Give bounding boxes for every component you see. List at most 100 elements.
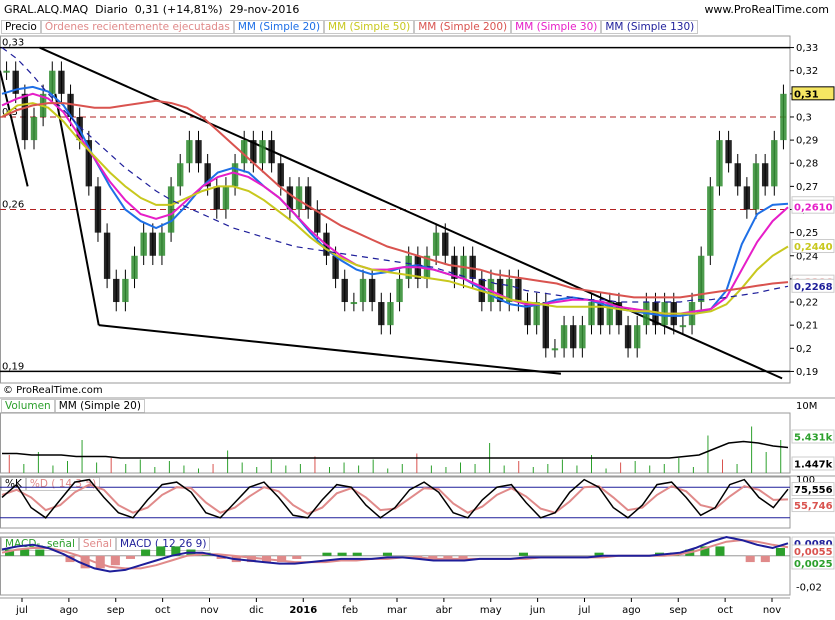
left-level-label: 0,19	[2, 361, 24, 372]
price-candle	[780, 93, 787, 141]
price-candle	[588, 302, 595, 326]
price-candle	[515, 278, 522, 303]
price-candle	[442, 232, 449, 256]
price-candle	[387, 302, 394, 326]
x-axis-label: jul	[15, 605, 28, 616]
price-candle	[734, 163, 741, 187]
price-candle	[21, 93, 29, 141]
x-axis-label: oct	[717, 605, 733, 616]
copyright-label: © ProRealTime.com	[3, 385, 103, 396]
price-candle	[177, 163, 184, 187]
price-candle	[350, 302, 358, 305]
x-axis-label: ago	[60, 605, 79, 616]
price-candle	[597, 302, 604, 326]
price-axis-label: 0,29	[796, 136, 818, 147]
price-candle	[231, 163, 239, 187]
price-badge-label: 0,2268	[794, 282, 833, 293]
x-axis-label: abr	[436, 605, 453, 616]
panel-frame-macd	[0, 536, 791, 596]
x-axis-label: ago	[622, 605, 641, 616]
price-candle	[213, 186, 220, 210]
x-axis-label: oct	[155, 605, 171, 616]
price-candle	[752, 163, 760, 210]
ma-line	[1, 85, 789, 317]
macd-badge-label: 0,0025	[794, 559, 833, 570]
price-badge-label: 0,2610	[794, 203, 833, 214]
price-candle	[49, 70, 56, 94]
price-candle	[579, 325, 586, 349]
price-axis-label: 0,25	[796, 228, 818, 239]
price-candle	[341, 278, 348, 303]
price-axis-label: 0,22	[796, 298, 818, 309]
price-candle	[140, 232, 147, 256]
price-candle	[542, 302, 550, 349]
price-candle	[268, 140, 275, 164]
price-candle	[432, 232, 440, 256]
price-candle	[167, 186, 175, 233]
price-candle	[743, 186, 751, 210]
volume-badge-label: 5.431k	[794, 433, 833, 444]
price-axis-label: 0,21	[796, 321, 818, 332]
panel-frame-stoch	[0, 476, 791, 529]
price-axis-label: 0,3	[796, 112, 812, 123]
x-axis-label: dic	[249, 605, 264, 616]
price-candle	[3, 70, 10, 73]
ma-line	[1, 102, 789, 315]
x-axis-label: nov	[763, 605, 781, 616]
x-axis-label: sep	[107, 605, 125, 616]
price-axis-label: 0,32	[796, 66, 818, 77]
x-axis-label: feb	[342, 605, 358, 616]
left-level-label: 0,26	[2, 200, 24, 211]
price-candle	[30, 116, 38, 141]
price-candle	[633, 325, 641, 349]
price-candle	[761, 163, 769, 187]
price-candle	[158, 232, 166, 256]
price-candle	[725, 140, 732, 164]
price-axis-label: 0,19	[796, 367, 818, 378]
price-candle	[560, 325, 568, 349]
price-axis-label: 0,2	[796, 344, 812, 355]
price-candle	[113, 278, 120, 303]
price-candle	[378, 302, 385, 326]
trend-line	[98, 324, 562, 375]
ma-line	[1, 47, 789, 303]
price-candle	[570, 325, 577, 349]
stoch-d-line	[1, 483, 789, 515]
x-axis-label: mar	[387, 605, 408, 616]
volume-ma-line	[2, 440, 789, 459]
price-candle	[295, 186, 303, 210]
trend-line	[39, 46, 783, 380]
ma-line	[1, 92, 789, 315]
price-candle	[103, 232, 111, 279]
price-candle	[195, 140, 202, 164]
volume-badge-label: 1.447k	[794, 460, 833, 471]
x-axis-label: jul	[578, 605, 591, 616]
macd-axis-label: -0,02	[796, 583, 822, 594]
price-candle	[277, 163, 284, 187]
macd-line	[1, 535, 789, 573]
price-candle	[716, 140, 723, 187]
x-axis-label: nov	[200, 605, 218, 616]
price-axis-label: 0,33	[796, 43, 818, 54]
price-candle	[222, 186, 230, 210]
price-candle	[58, 70, 65, 94]
stock-chart[interactable]: 0,330,320,310,30,290,280,270,260,250,240…	[0, 0, 835, 620]
price-axis-label: 0,28	[796, 159, 818, 170]
price-axis-label: 0,27	[796, 182, 818, 193]
price-candle	[259, 140, 266, 164]
x-axis-label: sep	[669, 605, 687, 616]
stoch-k-line	[1, 478, 789, 519]
volume-axis-label: 10M	[796, 401, 817, 412]
price-candle	[94, 186, 102, 233]
price-badge-label: 0,2440	[794, 242, 833, 253]
x-axis-label: jun	[529, 605, 545, 616]
macd-badge-label: 0,0055	[794, 547, 833, 558]
price-candle	[131, 255, 138, 279]
price-candle	[359, 278, 367, 303]
price-candle	[122, 278, 129, 303]
price-candle	[186, 140, 193, 164]
price-candle	[679, 325, 687, 328]
stoch-badge-label: 75,556	[794, 485, 833, 496]
price-candle	[368, 278, 376, 303]
price-candle	[624, 325, 632, 349]
